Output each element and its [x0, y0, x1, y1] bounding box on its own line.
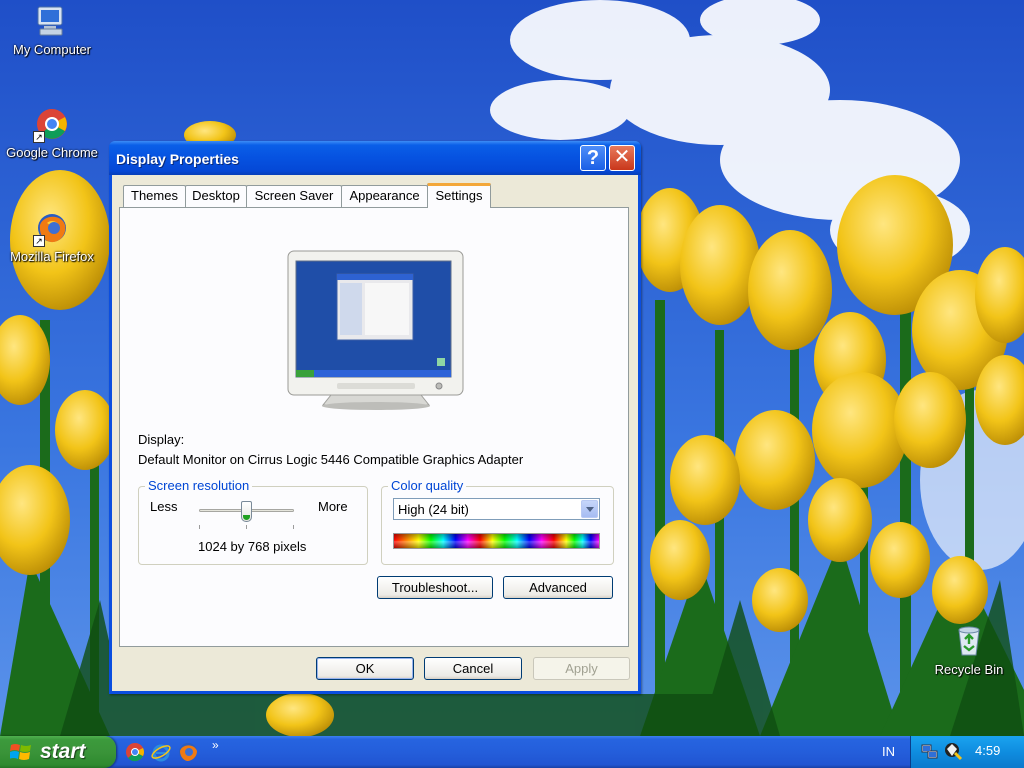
- desktop-icon-label: My Computer: [12, 42, 92, 57]
- chrome-icon[interactable]: [125, 742, 145, 762]
- taskbar: start » IN 4:59: [0, 736, 1024, 768]
- slider-less-label: Less: [150, 499, 178, 514]
- security-alert-icon[interactable]: [943, 741, 963, 761]
- desktop-icon-recycle-bin[interactable]: Recycle Bin: [917, 624, 1021, 677]
- screen-resolution-group: Screen resolution Less More 1024 by 768 …: [138, 478, 368, 565]
- network-icon[interactable]: [921, 743, 939, 761]
- close-button[interactable]: ✕: [609, 145, 635, 171]
- cancel-button[interactable]: Cancel: [424, 657, 522, 680]
- my-computer-icon: [35, 4, 69, 38]
- system-tray: 4:59: [910, 736, 1024, 768]
- slider-more-label: More: [318, 499, 348, 514]
- shortcut-arrow-icon: ↗: [33, 131, 45, 143]
- tab-appearance[interactable]: Appearance: [341, 185, 428, 207]
- chevron-down-icon[interactable]: [581, 500, 598, 518]
- window-title: Display Properties: [116, 151, 239, 167]
- color-quality-select[interactable]: High (24 bit): [393, 498, 600, 520]
- window-title-bar[interactable]: Display Properties ? ✕: [109, 141, 641, 175]
- display-label: Display:: [138, 432, 185, 447]
- ok-button[interactable]: OK: [316, 657, 414, 680]
- quick-launch-overflow[interactable]: »: [212, 738, 219, 752]
- screen-resolution-title: Screen resolution: [145, 478, 253, 494]
- slider-tick: [246, 525, 247, 529]
- start-button[interactable]: start: [0, 736, 116, 768]
- display-adapter-value: Default Monitor on Cirrus Logic 5446 Com…: [138, 452, 524, 467]
- window-client-area: Themes Desktop Screen Saver Appearance S…: [112, 175, 638, 691]
- desktop-icon-mozilla-firefox[interactable]: ↗ Mozilla Firefox: [0, 211, 104, 264]
- resolution-slider-thumb[interactable]: [241, 501, 252, 522]
- desktop-icon-google-chrome[interactable]: ↗ Google Chrome: [0, 107, 104, 160]
- help-button[interactable]: ?: [580, 145, 606, 171]
- firefox-icon: ↗: [33, 211, 69, 247]
- clock[interactable]: 4:59: [975, 743, 1000, 758]
- shortcut-arrow-icon: ↗: [33, 235, 45, 247]
- color-quality-title: Color quality: [388, 478, 467, 494]
- tab-desktop[interactable]: Desktop: [185, 185, 247, 207]
- apply-button[interactable]: Apply: [533, 657, 630, 680]
- slider-tick: [293, 525, 294, 529]
- settings-panel: Display: Default Monitor on Cirrus Logic…: [119, 207, 629, 647]
- start-label: start: [40, 740, 86, 763]
- display-properties-window: Display Properties ? ✕ Themes Desktop Sc…: [109, 141, 641, 694]
- troubleshoot-button[interactable]: Troubleshoot...: [377, 576, 493, 599]
- internet-explorer-icon[interactable]: [151, 742, 171, 762]
- recycle-bin-icon: [952, 624, 986, 658]
- tab-screen-saver[interactable]: Screen Saver: [246, 185, 342, 207]
- monitor-preview: [287, 250, 465, 413]
- desktop-icon-label: Mozilla Firefox: [10, 249, 94, 264]
- color-quality-group: Color quality High (24 bit): [381, 478, 614, 565]
- resolution-value: 1024 by 768 pixels: [198, 539, 307, 554]
- windows-flag-icon: [10, 744, 31, 760]
- firefox-icon[interactable]: [178, 742, 198, 762]
- color-spectrum-bar: [393, 533, 600, 549]
- slider-tick: [199, 525, 200, 529]
- tab-themes[interactable]: Themes: [123, 185, 186, 207]
- desktop-icon-label: Recycle Bin: [934, 662, 1004, 677]
- desktop-icon-my-computer[interactable]: My Computer: [0, 4, 104, 57]
- color-quality-selected: High (24 bit): [398, 502, 469, 517]
- chrome-icon: ↗: [33, 107, 69, 143]
- tab-settings[interactable]: Settings: [427, 183, 491, 208]
- language-indicator[interactable]: IN: [882, 744, 895, 759]
- advanced-button[interactable]: Advanced: [503, 576, 613, 599]
- desktop-icon-label: Google Chrome: [6, 145, 98, 160]
